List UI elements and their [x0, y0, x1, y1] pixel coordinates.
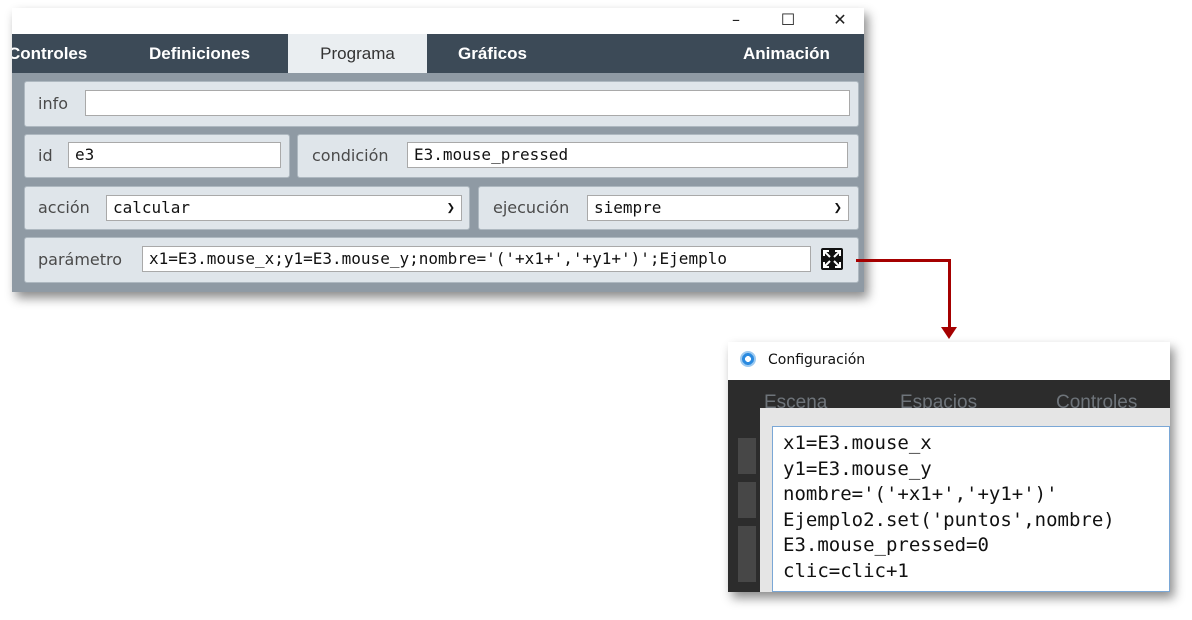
minimize-button[interactable]: –	[716, 8, 756, 34]
parametro-label: parámetro	[38, 250, 123, 269]
accion-value: calcular	[113, 198, 191, 217]
info-field[interactable]	[85, 90, 850, 116]
config-title-bar: Configuración	[728, 342, 1170, 380]
accion-row: acción calcular ❯	[24, 186, 470, 230]
tab-definiciones[interactable]: Definiciones	[149, 34, 250, 73]
code-line: y1=E3.mouse_y	[783, 457, 932, 480]
side-panel	[738, 438, 756, 474]
chevron-down-icon: ❯	[446, 200, 455, 216]
parametro-row: parámetro x1=E3.mouse_x;y1=E3.mouse_y;no…	[24, 237, 859, 283]
parametro-field[interactable]: x1=E3.mouse_x;y1=E3.mouse_y;nombre='('+x…	[142, 246, 811, 272]
ejecucion-value: siempre	[594, 198, 662, 217]
tab-animacion[interactable]: Animación	[743, 34, 830, 73]
connector-line	[856, 259, 951, 262]
app-icon	[740, 351, 756, 367]
connector-line	[948, 259, 951, 329]
config-window: Configuración Escena Espacios Controles …	[728, 342, 1170, 592]
code-line: clic=clic+1	[783, 559, 909, 582]
id-field[interactable]: e3	[68, 142, 281, 168]
code-line: Ejemplo2.set('puntos',nombre)	[783, 508, 1115, 531]
accion-select[interactable]: calcular ❯	[106, 195, 462, 221]
tab-graficos[interactable]: Gráficos	[458, 34, 527, 73]
program-form: info id e3 condición E3.mouse_pressed ac…	[12, 73, 864, 292]
tab-bar: Controles Definiciones Programa Gráficos…	[12, 34, 864, 73]
chevron-down-icon: ❯	[833, 200, 842, 216]
condicion-row: condición E3.mouse_pressed	[297, 134, 859, 178]
tab-programa[interactable]: Programa	[288, 34, 427, 73]
condicion-field[interactable]: E3.mouse_pressed	[407, 142, 848, 168]
id-row: id e3	[24, 134, 290, 178]
code-line: E3.mouse_pressed=0	[783, 534, 989, 556]
ejecucion-row: ejecución siempre ❯	[478, 186, 859, 230]
info-label: info	[38, 94, 69, 113]
condicion-label: condición	[312, 146, 389, 165]
code-line: x1=E3.mouse_x	[783, 432, 932, 454]
info-row: info	[24, 81, 859, 127]
maximize-button[interactable]: ☐	[768, 8, 808, 34]
config-title: Configuración	[768, 352, 866, 368]
tab-controles[interactable]: Controles	[12, 34, 87, 73]
arrow-down-icon	[941, 327, 957, 339]
side-panel	[738, 526, 756, 582]
title-bar: – ☐ ✕	[12, 8, 864, 34]
expand-icon[interactable]	[821, 248, 843, 270]
side-panel	[738, 482, 756, 518]
ejecucion-label: ejecución	[493, 198, 570, 217]
main-window: – ☐ ✕ Controles Definiciones Programa Gr…	[12, 8, 864, 292]
accion-label: acción	[38, 198, 90, 217]
ejecucion-select[interactable]: siempre ❯	[587, 195, 849, 221]
code-editor[interactable]: x1=E3.mouse_x y1=E3.mouse_y nombre='('+x…	[772, 426, 1170, 592]
code-line: nombre='('+x1+','+y1+')'	[783, 483, 1058, 505]
close-button[interactable]: ✕	[820, 8, 860, 34]
id-label: id	[38, 146, 53, 165]
